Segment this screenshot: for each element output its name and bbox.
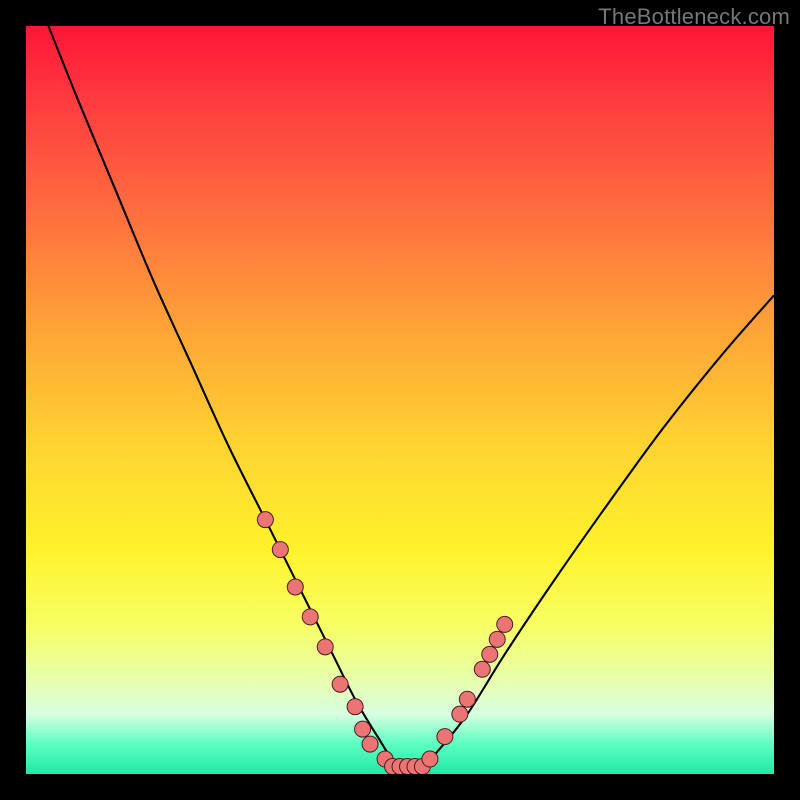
curve-marker xyxy=(497,616,513,632)
curve-marker xyxy=(422,751,438,767)
curve-marker xyxy=(355,721,371,737)
curve-marker xyxy=(347,699,363,715)
curve-marker xyxy=(482,646,498,662)
curve-marker xyxy=(272,542,288,558)
curve-marker xyxy=(489,631,505,647)
curve-path-group xyxy=(48,26,774,768)
chart-frame: TheBottleneck.com xyxy=(0,0,800,800)
curve-markers xyxy=(257,512,512,774)
curve-marker xyxy=(257,512,273,528)
curve-marker xyxy=(287,579,303,595)
plot-area xyxy=(26,26,774,774)
bottleneck-curve xyxy=(26,26,774,774)
curve-marker xyxy=(459,691,475,707)
watermark-text: TheBottleneck.com xyxy=(598,4,790,30)
curve-marker xyxy=(317,639,333,655)
curve-marker xyxy=(474,661,490,677)
curve-marker xyxy=(332,676,348,692)
curve-marker xyxy=(437,729,453,745)
curve-marker xyxy=(452,706,468,722)
curve-marker xyxy=(362,736,378,752)
curve-marker xyxy=(302,609,318,625)
